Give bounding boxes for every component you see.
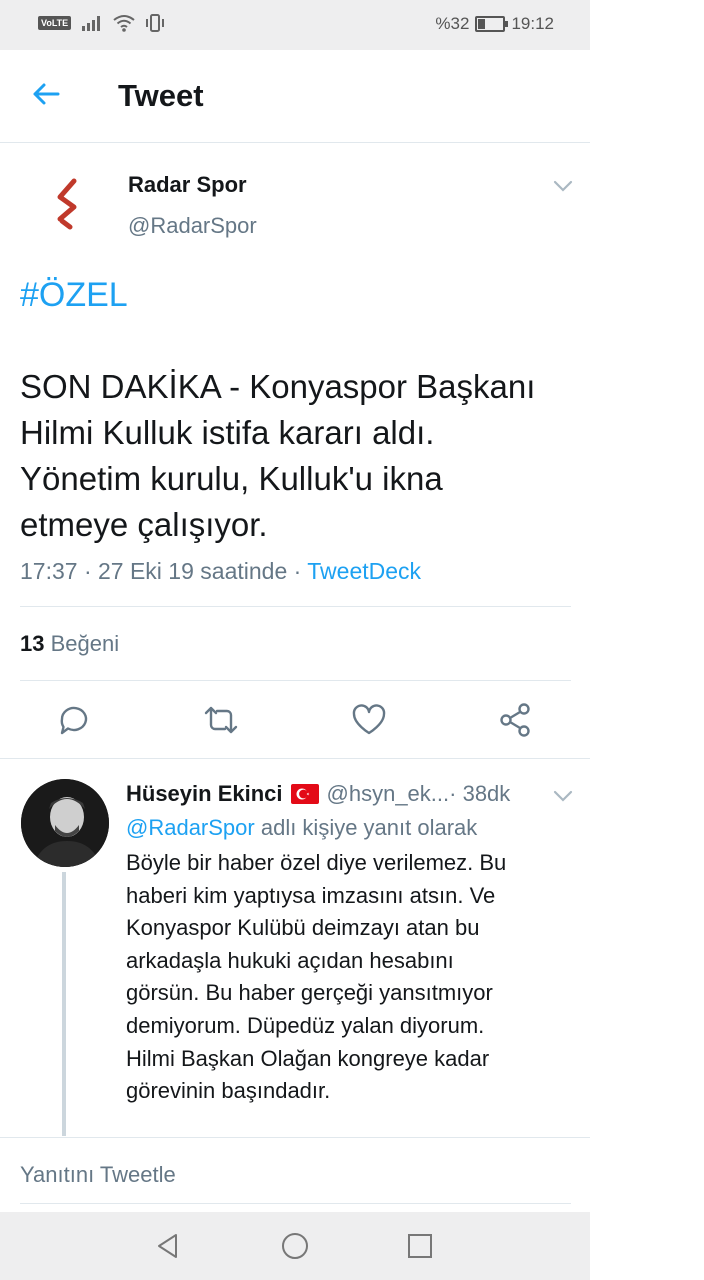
likes-count[interactable]: 13 Beğeni xyxy=(20,631,119,657)
like-number: 13 xyxy=(20,631,45,656)
reply-time: · 38dk xyxy=(449,781,511,806)
divider xyxy=(0,1137,590,1138)
replying-to: @RadarSpor adlı kişiye yanıt olarak xyxy=(126,815,477,841)
divider xyxy=(20,1203,571,1204)
battery-icon xyxy=(475,16,509,32)
reply-icon[interactable] xyxy=(54,700,94,740)
volte-indicator: VoLTE xyxy=(38,16,72,30)
divider xyxy=(0,758,590,759)
tweet-meta: 17:37 · 27 Eki 19 saatinde · TweetDeck xyxy=(20,558,421,585)
reply-to-mention-link[interactable]: @RadarSpor xyxy=(126,815,255,840)
hashtag-link[interactable]: #ÖZEL xyxy=(20,276,128,315)
retweet-icon[interactable] xyxy=(201,700,241,740)
avatar[interactable] xyxy=(21,779,109,867)
share-icon[interactable] xyxy=(496,700,536,740)
signal-icon xyxy=(82,16,101,31)
tweet-timestamp: 17:37 · 27 Eki 19 saatinde · xyxy=(20,558,308,584)
thread-line xyxy=(62,872,66,1136)
app-header: Tweet xyxy=(0,50,590,143)
nav-recents-icon[interactable] xyxy=(404,1230,436,1262)
reply-author-handle[interactable]: @hsyn_ek... xyxy=(327,781,450,807)
author-handle[interactable]: @RadarSpor xyxy=(128,213,257,239)
vibrate-icon xyxy=(146,14,165,32)
wifi-icon xyxy=(113,15,135,32)
reply-text: Böyle bir haber özel diye verilemez. Bu … xyxy=(126,850,507,1104)
radar-spor-logo-avatar[interactable] xyxy=(30,167,102,239)
clock: 19:12 xyxy=(511,14,554,33)
back-arrow-icon[interactable] xyxy=(28,76,64,112)
system-navigation-bar xyxy=(0,1212,590,1280)
tweet-actions xyxy=(0,700,590,740)
like-heart-icon[interactable] xyxy=(349,700,389,740)
reply-author-name[interactable]: Hüseyin Ekinci xyxy=(126,781,283,807)
reply-compose-input[interactable]: Yanıtını Tweetle xyxy=(20,1162,176,1188)
reply-to-suffix: adlı kişiye yanıt olarak xyxy=(254,815,478,840)
author-name[interactable]: Radar Spor xyxy=(128,172,247,198)
turkey-flag-icon xyxy=(290,784,319,804)
tweet-text: SON DAKİKA - Konyaspor Başkanı Hilmi Kul… xyxy=(20,368,536,543)
battery-percent: %32 xyxy=(435,14,470,33)
nav-back-icon[interactable] xyxy=(152,1230,184,1262)
phone-screen: VoLTE %32 19:12 Tweet Radar Spor @RadarS… xyxy=(0,0,590,1280)
reply-header: Hüseyin Ekinci @hsyn_ek... · 38dk xyxy=(126,781,510,807)
nav-home-icon[interactable] xyxy=(279,1230,311,1262)
chevron-down-icon[interactable] xyxy=(550,786,576,806)
divider xyxy=(20,606,571,607)
divider xyxy=(20,680,571,681)
blank-margin xyxy=(590,0,704,1280)
tweet-source-link[interactable]: TweetDeck xyxy=(307,558,421,584)
like-label: Beğeni xyxy=(44,631,120,656)
status-bar: VoLTE %32 19:12 xyxy=(0,0,590,50)
page-title: Tweet xyxy=(118,78,204,113)
chevron-down-icon[interactable] xyxy=(550,176,576,196)
